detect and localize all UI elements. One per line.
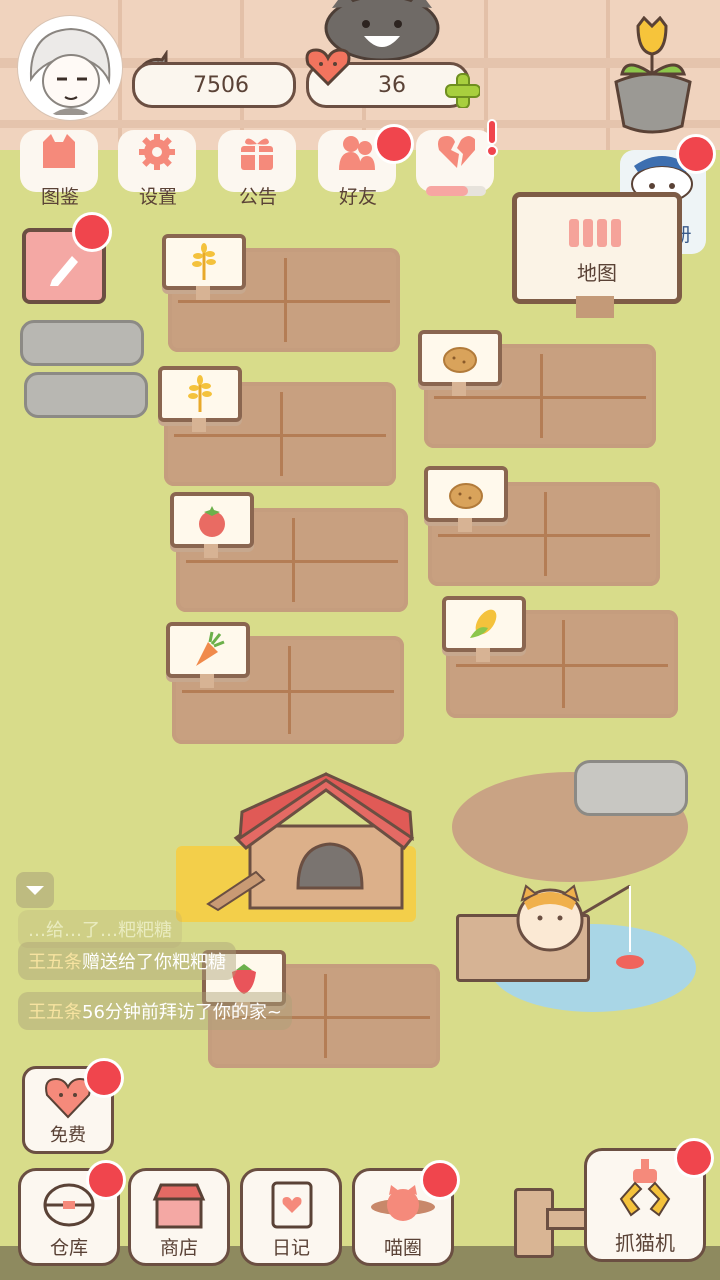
shop-label: 商店 xyxy=(159,1237,198,1259)
chat-toggle-button[interactable] xyxy=(16,872,54,908)
notification-badge xyxy=(420,1160,460,1200)
chat-text: …给…了…粑粑糖 xyxy=(28,920,172,941)
player-avatar[interactable] xyxy=(18,16,122,120)
notification-badge xyxy=(84,1058,124,1098)
cat-book-icon xyxy=(43,134,75,168)
chat-text: 赠送给了你粑粑糖 xyxy=(82,952,226,973)
menu-label-catalog: 图鉴 xyxy=(40,186,79,208)
fence-icon xyxy=(569,219,621,247)
menu-label-settings: 设置 xyxy=(138,186,177,208)
chat-message: 王五条赠送给了你粑粑糖 xyxy=(18,942,236,980)
fish-counter: 7506 xyxy=(132,62,296,108)
notification-badge xyxy=(374,124,414,164)
add-heart-button[interactable] xyxy=(444,72,480,108)
notification-badge xyxy=(72,212,112,252)
free-label: 免费 xyxy=(50,1125,86,1146)
plot-sign[interactable] xyxy=(162,234,246,300)
stone-step xyxy=(24,372,148,418)
heart-count: 36 xyxy=(378,72,406,98)
wheat-icon xyxy=(188,375,212,412)
corn-icon xyxy=(470,609,497,638)
chat-username[interactable]: 王五条 xyxy=(28,952,82,973)
friends-icon xyxy=(339,136,375,170)
tomato-icon xyxy=(199,506,225,537)
chat-text: 56分钟前拜访了你的家~ xyxy=(82,1002,282,1023)
bottom-button-diary[interactable]: 日记 xyxy=(240,1168,342,1266)
diary-icon xyxy=(271,1181,313,1229)
menu-label-friends: 好友 xyxy=(338,186,377,208)
potato-icon xyxy=(449,483,483,509)
fishing-cat[interactable] xyxy=(512,880,652,972)
alert-exclamation-icon xyxy=(486,119,498,157)
claw-icon xyxy=(619,1159,671,1217)
menu-button-heartbreak-event[interactable] xyxy=(416,130,494,196)
plot-sign[interactable] xyxy=(442,596,526,662)
gear-icon xyxy=(139,134,175,170)
pet-house[interactable] xyxy=(206,768,418,914)
plot-sign[interactable] xyxy=(158,366,242,432)
wheat-icon xyxy=(192,243,216,280)
claw-machine-label: 抓猫机 xyxy=(615,1231,675,1255)
event-progress-bar xyxy=(426,186,486,196)
pencil-icon xyxy=(50,256,78,286)
plot-sign[interactable] xyxy=(170,492,254,558)
tulip-pot-decoration[interactable] xyxy=(606,16,698,136)
stone-step xyxy=(20,320,144,366)
plot-sign[interactable] xyxy=(424,466,508,532)
gift-icon xyxy=(241,138,273,170)
map-sign[interactable]: 地图 xyxy=(512,192,682,304)
heart-face-icon xyxy=(305,48,351,86)
notification-badge xyxy=(86,1160,126,1200)
cat-circle-label: 喵圈 xyxy=(383,1237,422,1259)
notification-badge xyxy=(674,1138,714,1178)
menu-label-announcement: 公告 xyxy=(238,186,277,208)
stone-bench[interactable] xyxy=(574,760,688,816)
shop-icon xyxy=(152,1183,206,1229)
storage-label: 仓库 xyxy=(49,1237,88,1259)
fish-count: 7506 xyxy=(193,72,249,98)
plot-sign[interactable] xyxy=(166,622,250,688)
map-label: 地图 xyxy=(577,261,617,285)
diary-label: 日记 xyxy=(271,1237,310,1259)
broken-heart-icon xyxy=(438,136,475,168)
chat-username[interactable]: 王五条 xyxy=(28,1002,82,1023)
plot-sign[interactable] xyxy=(418,330,502,396)
chevron-down-icon xyxy=(26,886,44,895)
bottom-button-shop[interactable]: 商店 xyxy=(128,1168,230,1266)
sign-post xyxy=(576,296,614,318)
avatar-portrait-icon xyxy=(29,27,111,115)
notification-badge xyxy=(676,134,716,174)
potato-icon xyxy=(443,347,477,373)
chat-message: 王五条56分钟前拜访了你的家~ xyxy=(18,992,292,1030)
carrot-icon xyxy=(196,631,225,666)
